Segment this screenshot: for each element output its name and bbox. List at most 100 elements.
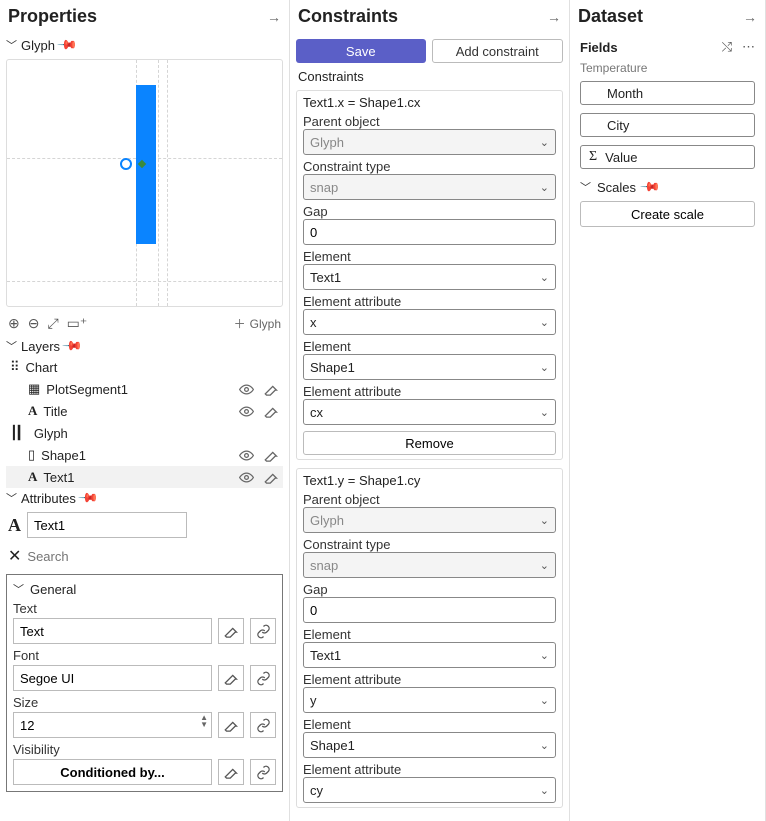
layer-glyph[interactable]: ┃▎ Glyph bbox=[6, 422, 283, 444]
plus-icon: ＋ bbox=[234, 315, 246, 332]
eye-icon[interactable] bbox=[239, 404, 254, 419]
constraint-type-select[interactable]: snap⌄ bbox=[303, 552, 556, 578]
add-constraint-button[interactable]: Add constraint bbox=[432, 39, 564, 63]
link-button[interactable] bbox=[250, 712, 276, 738]
field-city[interactable]: City bbox=[580, 113, 755, 137]
eraser-icon[interactable] bbox=[264, 382, 279, 397]
glyph-section-label: Glyph bbox=[21, 38, 55, 53]
chevron-down-icon: ⌄ bbox=[540, 649, 549, 662]
pin-icon[interactable]: 📌 bbox=[61, 335, 84, 358]
fields-header: Fields ⤭ ⋯ bbox=[570, 35, 765, 59]
layer-chart[interactable]: ⠿ Chart bbox=[6, 356, 283, 378]
collapse-arrow-icon[interactable]: → bbox=[743, 9, 757, 25]
attr1-select[interactable]: y⌄ bbox=[303, 687, 556, 713]
attribute-search-input[interactable] bbox=[27, 549, 281, 564]
zoom-in-icon[interactable]: ⊕ bbox=[8, 315, 20, 332]
field-month[interactable]: Month bbox=[580, 81, 755, 105]
pin-icon[interactable]: 📌 bbox=[639, 176, 662, 199]
eraser-icon[interactable] bbox=[264, 470, 279, 485]
link-button[interactable] bbox=[250, 759, 276, 785]
gap-label: Gap bbox=[303, 582, 556, 597]
eye-icon[interactable] bbox=[239, 448, 254, 463]
fields-label: Fields bbox=[580, 40, 618, 55]
close-icon[interactable]: ✕ bbox=[8, 546, 21, 566]
dataset-title: Dataset bbox=[578, 6, 643, 27]
chevron-down-icon: ⌄ bbox=[540, 181, 549, 194]
rotate-handle-icon[interactable] bbox=[120, 158, 132, 170]
collapse-arrow-icon[interactable]: → bbox=[267, 9, 281, 25]
element-attribute-label: Element attribute bbox=[303, 384, 556, 399]
glyph-canvas[interactable] bbox=[6, 59, 283, 307]
layer-plotsegment[interactable]: ▦ PlotSegment1 bbox=[6, 378, 283, 400]
eraser-button[interactable] bbox=[218, 665, 244, 691]
constraint-type-select[interactable]: snap⌄ bbox=[303, 174, 556, 200]
link-button[interactable] bbox=[250, 665, 276, 691]
eraser-button[interactable] bbox=[218, 759, 244, 785]
pin-icon[interactable]: 📌 bbox=[56, 34, 79, 57]
zoom-fit-icon[interactable]: ⤢ bbox=[47, 315, 58, 332]
eraser-icon[interactable] bbox=[264, 404, 279, 419]
element-attribute-label: Element attribute bbox=[303, 294, 556, 309]
replace-data-icon[interactable]: ⤭ bbox=[722, 39, 732, 55]
add-glyph-button[interactable]: ＋ Glyph bbox=[234, 315, 281, 332]
collapse-arrow-icon[interactable]: → bbox=[547, 9, 561, 25]
gap-input[interactable] bbox=[303, 597, 556, 623]
chevron-down-icon: ﹀ bbox=[6, 490, 17, 506]
layer-text1[interactable]: A Text1 bbox=[6, 466, 283, 488]
element1-select[interactable]: Text1⌄ bbox=[303, 264, 556, 290]
conditioned-by-button[interactable]: Conditioned by... bbox=[13, 759, 212, 785]
eraser-button[interactable] bbox=[218, 618, 244, 644]
parent-object-label: Parent object bbox=[303, 114, 556, 129]
constraint-title: Text1.x = Shape1.cx bbox=[303, 95, 556, 110]
chevron-down-icon: ⌄ bbox=[540, 694, 549, 707]
font-value-input[interactable] bbox=[13, 665, 212, 691]
attr1-select[interactable]: x⌄ bbox=[303, 309, 556, 335]
field-value[interactable]: ΣValue bbox=[580, 145, 755, 169]
attr2-select[interactable]: cx⌄ bbox=[303, 399, 556, 425]
zoom-select-icon[interactable]: ▭⁺ bbox=[67, 315, 88, 332]
chevron-down-icon: ⌄ bbox=[540, 559, 549, 572]
element2-select[interactable]: Shape1⌄ bbox=[303, 354, 556, 380]
layer-label: Glyph bbox=[34, 426, 68, 441]
pin-icon[interactable]: 📌 bbox=[77, 487, 100, 510]
selected-name-input[interactable] bbox=[27, 512, 187, 538]
dataset-group-label: Temperature bbox=[570, 59, 765, 77]
save-button[interactable]: Save bbox=[296, 39, 426, 63]
parent-object-select[interactable]: Glyph⌄ bbox=[303, 129, 556, 155]
gap-input[interactable] bbox=[303, 219, 556, 245]
visibility-field-label: Visibility bbox=[13, 742, 276, 757]
element-label: Element bbox=[303, 717, 556, 732]
remove-constraint-button[interactable]: Remove bbox=[303, 431, 556, 455]
more-icon[interactable]: ⋯ bbox=[742, 39, 755, 55]
step-down-icon[interactable]: ▼ bbox=[200, 721, 208, 728]
parent-object-select[interactable]: Glyph⌄ bbox=[303, 507, 556, 533]
size-value-input[interactable] bbox=[13, 712, 212, 738]
eye-icon[interactable] bbox=[239, 470, 254, 485]
glyph-section-header[interactable]: ﹀ Glyph 📌 bbox=[0, 35, 289, 55]
size-stepper[interactable]: ▲▼ bbox=[13, 712, 212, 738]
eraser-button[interactable] bbox=[218, 712, 244, 738]
chart-icon: ⠿ bbox=[10, 359, 20, 375]
attributes-section-header[interactable]: ﹀ Attributes 📌 bbox=[0, 488, 289, 508]
element2-select[interactable]: Shape1⌄ bbox=[303, 732, 556, 758]
element1-select[interactable]: Text1⌄ bbox=[303, 642, 556, 668]
text-icon: A bbox=[28, 403, 37, 419]
properties-header: Properties → bbox=[0, 0, 289, 35]
properties-title: Properties bbox=[8, 6, 97, 27]
text-icon: A bbox=[28, 469, 37, 485]
element-attribute-label: Element attribute bbox=[303, 672, 556, 687]
eraser-icon[interactable] bbox=[264, 448, 279, 463]
text-value-input[interactable] bbox=[13, 618, 212, 644]
layer-label: Chart bbox=[26, 360, 58, 375]
attr2-select[interactable]: cy⌄ bbox=[303, 777, 556, 803]
layer-title[interactable]: A Title bbox=[6, 400, 283, 422]
zoom-out-icon[interactable]: ⊖ bbox=[28, 315, 40, 332]
create-scale-button[interactable]: Create scale bbox=[580, 201, 755, 227]
scales-section-header[interactable]: ﹀ Scales 📌 bbox=[570, 173, 765, 197]
layer-label: Title bbox=[43, 404, 67, 419]
link-button[interactable] bbox=[250, 618, 276, 644]
eye-icon[interactable] bbox=[239, 382, 254, 397]
general-header[interactable]: ﹀ General bbox=[13, 581, 276, 597]
layers-section-header[interactable]: ﹀ Layers 📌 bbox=[0, 336, 289, 356]
layer-shape1[interactable]: ▯ Shape1 bbox=[6, 444, 283, 466]
